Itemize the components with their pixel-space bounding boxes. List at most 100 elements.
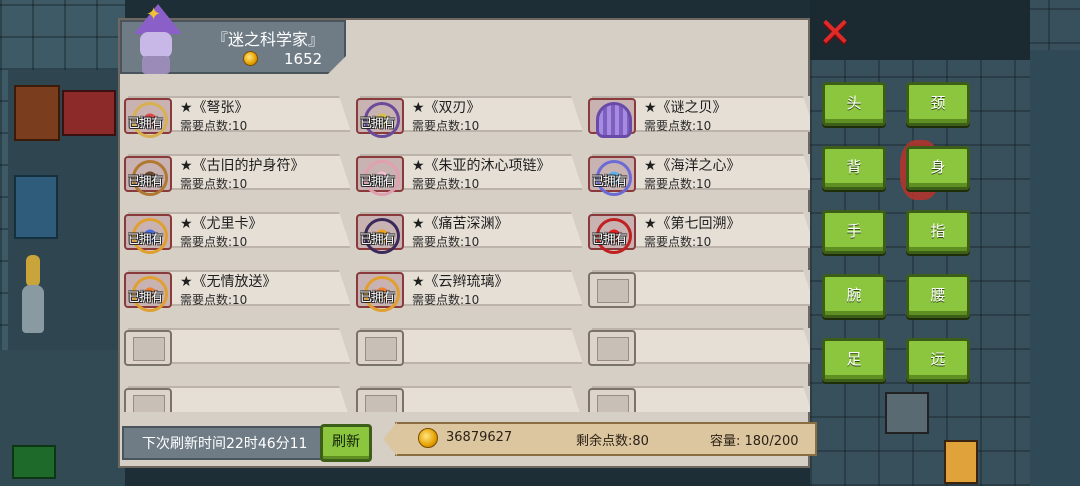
item-frame: 已拥有	[356, 214, 404, 254]
background-machine	[885, 392, 929, 434]
category-button[interactable]: 头	[822, 82, 886, 126]
item-name: ★《痛苦深渊》	[412, 216, 509, 232]
owned-badge: 已拥有	[360, 232, 395, 246]
item-name: ★《朱亚的沐心项链》	[412, 158, 551, 174]
background-chair	[14, 175, 58, 239]
item-frame: 已拥有	[124, 156, 172, 196]
item-cost: 需要点数:10	[180, 293, 248, 307]
empty-slot[interactable]	[124, 314, 351, 366]
owned-badge: 已拥有	[128, 174, 163, 188]
total-coins: 36879627	[446, 430, 513, 445]
item-name: ★《古旧的护身符》	[180, 158, 305, 174]
owned-badge: 已拥有	[128, 232, 163, 246]
item-cost: 需要点数:10	[412, 177, 480, 191]
category-button[interactable]: 手	[822, 210, 886, 254]
right-room-side-wall	[1030, 50, 1080, 486]
item-slot[interactable]: 已拥有 ★《第七回溯》 需要点数:10	[588, 198, 810, 254]
empty-frame	[588, 272, 636, 308]
empty-slot[interactable]	[588, 314, 810, 366]
category-button[interactable]: 远	[906, 338, 970, 382]
remaining-points: 剩余点数:80	[576, 434, 649, 449]
owned-badge: 已拥有	[128, 290, 163, 304]
item-slot[interactable]: 已拥有 ★《尤里卡》 需要点数:10	[124, 198, 351, 254]
item-name: ★《无情放送》	[180, 274, 277, 290]
capacity: 容量: 180/200	[710, 434, 799, 449]
empty-frame	[356, 388, 404, 412]
item-name: ★《海洋之心》	[644, 158, 741, 174]
category-button[interactable]: 颈	[906, 82, 970, 126]
item-name: ★《谜之贝》	[644, 100, 727, 116]
refresh-timer-text: 下次刷新时间22时46分11	[142, 436, 308, 452]
coin-icon	[243, 51, 258, 66]
empty-slot[interactable]	[124, 372, 351, 412]
npc-title: 『迷之科学家』	[212, 30, 325, 49]
category-button[interactable]: 身	[906, 146, 970, 190]
empty-frame	[356, 330, 404, 366]
empty-frame	[124, 330, 172, 366]
category-button[interactable]: 腕	[822, 274, 886, 318]
item-slot[interactable]: 已拥有 ★《弩张》需要点数:10	[124, 82, 351, 138]
background-cabinet	[14, 85, 60, 141]
owned-badge: 已拥有	[360, 174, 395, 188]
item-cost: 需要点数:10	[644, 177, 712, 191]
item-name: ★《弩张》	[180, 100, 249, 116]
item-name: ★《双刃》	[412, 100, 481, 116]
background-door	[944, 440, 978, 484]
item-cost: 需要点数:10	[412, 235, 480, 249]
owned-badge: 已拥有	[128, 116, 163, 130]
item-name: ★《第七回溯》	[644, 216, 741, 232]
owned-badge: 已拥有	[360, 290, 395, 304]
item-frame: 已拥有	[356, 156, 404, 196]
empty-slot[interactable]	[588, 256, 810, 308]
item-frame: 已拥有	[588, 214, 636, 254]
item-name: ★《尤里卡》	[180, 216, 263, 232]
npc-face	[140, 32, 172, 58]
item-frame: 已拥有	[124, 272, 172, 312]
empty-frame	[588, 330, 636, 366]
item-slot[interactable]: 已拥有 ★《无情放送》 需要点数:10	[124, 256, 351, 312]
empty-slot[interactable]	[356, 314, 583, 366]
item-grid: 已拥有 ★《弩张》 需要点数:10 已拥有 ★《双刃》 需要点数:10 ★《谜之贝》 需要点数…	[124, 82, 810, 412]
item-slot[interactable]: ★《谜之贝》 需要点数:10	[588, 82, 810, 138]
item-slot[interactable]: 已拥有 ★《痛苦深渊》 需要点数:10	[356, 198, 583, 254]
owned-badge: 已拥有	[592, 174, 627, 188]
owned-badge: 已拥有	[360, 116, 395, 130]
item-cost: 需要点数:10	[180, 119, 248, 133]
item-cost: 需要点数:10	[644, 235, 712, 249]
category-button[interactable]: 腰	[906, 274, 970, 318]
item-cost: 需要点数:10	[644, 119, 712, 133]
category-button[interactable]: 指	[906, 210, 970, 254]
item-cost: 需要点数:10	[412, 293, 480, 307]
background-plant	[26, 255, 40, 287]
item-name: ★《云辫琉璃》	[412, 274, 509, 290]
item-frame: 已拥有	[124, 214, 172, 254]
item-slot[interactable]: 已拥有 ★《古旧的护身符》 需要点数:10	[124, 140, 351, 196]
background-vase	[22, 285, 44, 333]
empty-slot[interactable]	[588, 372, 810, 412]
shell-icon	[596, 102, 632, 138]
background-desk	[62, 90, 116, 136]
item-frame: 已拥有	[124, 98, 172, 138]
item-slot[interactable]: 已拥有 ★《云辫琉璃》 需要点数:10	[356, 256, 583, 312]
item-frame: 已拥有	[588, 156, 636, 196]
npc-scientist-avatar: ✦	[128, 4, 184, 74]
item-slot[interactable]: 已拥有 ★《双刃》需要点数:10	[356, 82, 583, 138]
background-bottom-strip	[125, 465, 810, 486]
item-frame: 已拥有	[356, 98, 404, 138]
item-slot[interactable]: 已拥有 ★《海洋之心》 需要点数:10	[588, 140, 810, 196]
category-button[interactable]: 足	[822, 338, 886, 382]
category-button[interactable]: 背	[822, 146, 886, 190]
background-floor-tile	[12, 445, 56, 479]
item-frame: 已拥有	[356, 272, 404, 312]
refresh-button[interactable]: 刷新	[320, 424, 372, 462]
item-cost: 需要点数:10	[180, 177, 248, 191]
item-cost: 需要点数:10	[412, 119, 480, 133]
item-frame	[588, 98, 636, 138]
star-icon: ✦	[146, 4, 162, 25]
empty-frame	[124, 388, 172, 412]
item-slot[interactable]: 已拥有 ★《朱亚的沐心项链》 需要点数:10	[356, 140, 583, 196]
empty-slot[interactable]	[356, 372, 583, 412]
owned-badge: 已拥有	[592, 232, 627, 246]
item-cost: 需要点数:10	[180, 235, 248, 249]
close-icon[interactable]: ✕	[816, 13, 854, 53]
